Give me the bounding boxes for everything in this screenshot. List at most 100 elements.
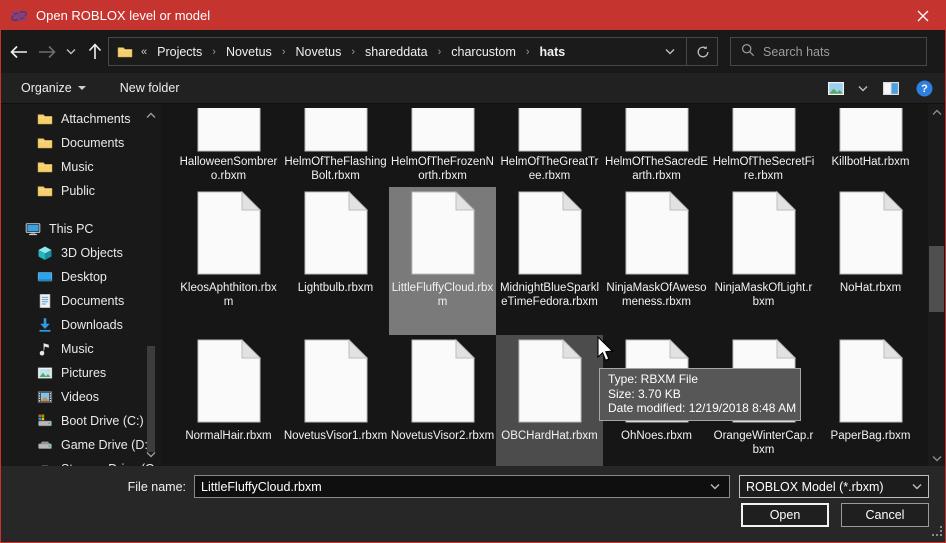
sidebar-item-documents[interactable]: Documents: [1, 289, 161, 313]
address-dropdown-button[interactable]: [656, 38, 684, 65]
file-item[interactable]: NovetusVisor2.rbxm: [389, 335, 496, 466]
sidebar-item-desktop[interactable]: Desktop: [1, 265, 161, 289]
search-box[interactable]: [730, 37, 927, 66]
file-name-label: KillbotHat.rbxm: [819, 155, 923, 169]
file-icon: [839, 191, 903, 278]
sidebar-item-videos[interactable]: Videos: [1, 385, 161, 409]
tooltip-line: Type: RBXM File: [608, 372, 792, 387]
address-bar[interactable]: « Projects›Novetus›Novetus›shareddata›ch…: [108, 37, 718, 66]
search-icon: [741, 43, 755, 60]
sidebar-item-this-pc[interactable]: This PC: [1, 217, 161, 241]
file-item[interactable]: HelmOfTheSacredEarth.rbxm: [603, 104, 710, 187]
sidebar-item-documents[interactable]: Documents: [1, 131, 161, 155]
resize-grip[interactable]: [932, 526, 943, 540]
file-item[interactable]: OBCHardHat.rbxm: [496, 335, 603, 466]
sidebar-item-music[interactable]: Music: [1, 155, 161, 179]
help-icon: ?: [916, 80, 933, 97]
up-button[interactable]: [83, 39, 107, 65]
breadcrumb-item[interactable]: Projects: [150, 45, 209, 59]
file-item[interactable]: KillbotHat.rbxm: [817, 104, 924, 187]
organize-button[interactable]: Organize: [11, 73, 96, 103]
breadcrumb-item[interactable]: hats: [533, 45, 573, 59]
forward-button[interactable]: [35, 39, 59, 65]
chevron-down-icon: [932, 455, 942, 462]
folder-icon: [117, 44, 133, 60]
refresh-button[interactable]: [689, 38, 717, 65]
sidebar-item-pictures[interactable]: Pictures: [1, 361, 161, 385]
file-item[interactable]: LittleFluffyCloud.rbxm: [389, 187, 496, 335]
file-item[interactable]: NinjaMaskOfAwesomeness.rbxm: [603, 187, 710, 335]
file-name-label: Lightbulb.rbxm: [284, 281, 388, 295]
breadcrumb-item[interactable]: Novetus: [288, 45, 348, 59]
sidebar-item-music[interactable]: Music: [1, 337, 161, 361]
views-dropdown-button[interactable]: [855, 75, 871, 102]
sidebar-item-3d-objects[interactable]: 3D Objects: [1, 241, 161, 265]
sidebar-item-label: Documents: [61, 294, 124, 308]
new-folder-button[interactable]: New folder: [110, 73, 190, 103]
chevron-down-icon: [665, 48, 675, 55]
breadcrumb-overflow[interactable]: «: [139, 46, 148, 58]
file-item[interactable]: NovetusVisor1.rbxm: [282, 335, 389, 466]
file-item[interactable]: HelmOfTheFrozenNorth.rbxm: [389, 104, 496, 187]
back-button[interactable]: [7, 39, 31, 65]
file-icon: [197, 108, 261, 152]
cancel-button[interactable]: Cancel: [841, 503, 929, 527]
file-item[interactable]: MidnightBlueSparkleTimeFedora.rbxm: [496, 187, 603, 335]
scroll-up-button[interactable]: [928, 104, 945, 120]
music-icon: [37, 341, 53, 357]
search-input[interactable]: [763, 45, 903, 59]
sidebar-item-storage-drive-g[interactable]: Storage Drive (G: [1, 457, 161, 466]
file-name-label: HelmOfTheSecretFire.rbxm: [712, 155, 816, 183]
desktop-icon: [37, 269, 53, 285]
sidebar-item-label: 3D Objects: [61, 246, 123, 260]
file-name-label: NinjaMaskOfAwesomeness.rbxm: [605, 281, 709, 309]
file-name-combobox[interactable]: [194, 475, 730, 498]
file-item[interactable]: HelmOfTheSecretFire.rbxm: [710, 104, 817, 187]
open-file-dialog: Open ROBLOX level or model «: [0, 0, 946, 543]
sidebar-item-game-drive-d[interactable]: Game Drive (D:): [1, 433, 161, 457]
sidebar-scrollbar[interactable]: [145, 106, 157, 464]
breadcrumb-separator-icon: ›: [350, 46, 356, 58]
breadcrumb-item[interactable]: charcustom: [444, 45, 523, 59]
change-view-button[interactable]: [825, 75, 847, 102]
breadcrumb-item[interactable]: shareddata: [358, 45, 435, 59]
file-icon: [732, 108, 796, 152]
file-item[interactable]: HelmOfTheFlashingBolt.rbxm: [282, 104, 389, 187]
file-item[interactable]: NoHat.rbxm: [817, 187, 924, 335]
file-icon: [304, 339, 368, 426]
preview-pane-button[interactable]: [879, 75, 903, 102]
breadcrumb: « Projects›Novetus›Novetus›shareddata›ch…: [139, 45, 656, 59]
command-bar: Organize New folder ?: [1, 73, 945, 104]
file-name-dropdown-button[interactable]: [701, 473, 729, 500]
sidebar-scroll-thumb[interactable]: [147, 346, 155, 452]
file-list-scrollbar[interactable]: [928, 104, 945, 466]
file-item[interactable]: KleosAphthiton.rbxm: [175, 187, 282, 335]
window-title: Open ROBLOX level or model: [36, 8, 210, 23]
file-item[interactable]: PaperBag.rbxm: [817, 335, 924, 466]
recent-locations-button[interactable]: [63, 39, 79, 65]
file-type-select[interactable]: ROBLOX Model (*.rbxm): [739, 475, 929, 498]
preview-pane-icon: [882, 81, 900, 96]
help-button[interactable]: ?: [911, 75, 937, 102]
file-item[interactable]: NinjaMaskOfLight.rbxm: [710, 187, 817, 335]
file-item[interactable]: HelmOfTheGreatTree.rbxm: [496, 104, 603, 187]
scroll-down-button[interactable]: [928, 450, 945, 466]
file-name-input[interactable]: [195, 480, 701, 494]
breadcrumb-item[interactable]: Novetus: [219, 45, 279, 59]
file-item[interactable]: HalloweenSombrero.rbxm: [175, 104, 282, 187]
file-name-label: PaperBag.rbxm: [819, 429, 923, 443]
file-item[interactable]: Lightbulb.rbxm: [282, 187, 389, 335]
sidebar-item-public[interactable]: Public: [1, 179, 161, 203]
scroll-thumb[interactable]: [929, 246, 944, 312]
sidebar-item-label: Attachments: [61, 112, 130, 126]
downloads-icon: [37, 317, 53, 333]
file-tooltip: Type: RBXM FileSize: 3.70 KBDate modifie…: [599, 368, 801, 421]
sidebar-item-downloads[interactable]: Downloads: [1, 313, 161, 337]
file-item[interactable]: NormalHair.rbxm: [175, 335, 282, 466]
sidebar-item-boot-drive-c[interactable]: Boot Drive (C:): [1, 409, 161, 433]
sidebar-item-attachments[interactable]: Attachments: [1, 107, 161, 131]
3d-objects-icon: [37, 245, 53, 261]
open-button[interactable]: Open: [741, 503, 829, 527]
videos-icon: [37, 389, 53, 405]
close-button[interactable]: [900, 1, 945, 30]
